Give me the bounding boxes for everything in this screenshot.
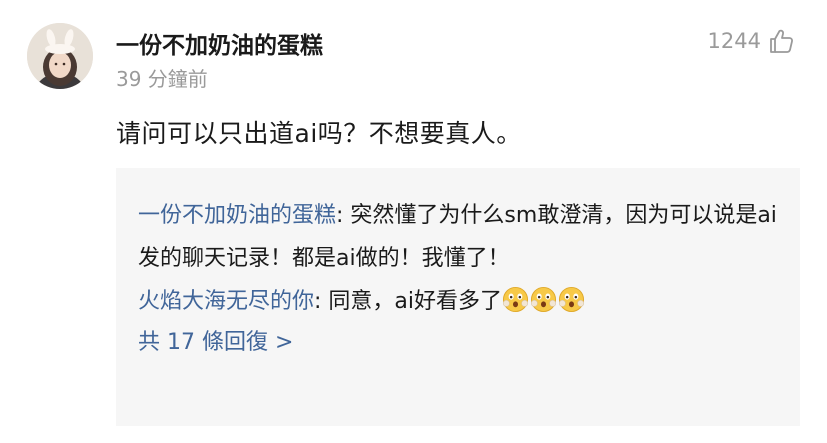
like-count: 1244 xyxy=(707,29,761,53)
reply-separator: : xyxy=(336,203,351,228)
emoji-group xyxy=(502,286,586,314)
reply-item[interactable]: 一份不加奶油的蛋糕: 突然懂了为什么sm敢澄清，因为可以说是ai发的聊天记录！都… xyxy=(138,194,780,280)
avatar-image xyxy=(27,23,93,89)
astonished-face-emoji-icon xyxy=(530,285,557,313)
more-replies-link[interactable]: 共 17 條回復 > xyxy=(138,325,780,361)
comment-timestamp: 39 分鐘前 xyxy=(116,67,208,91)
reply-username[interactable]: 一份不加奶油的蛋糕 xyxy=(138,203,336,228)
reply-item[interactable]: 火焰大海无尽的你: 同意，ai好看多了 xyxy=(138,280,780,323)
comment-username[interactable]: 一份不加奶油的蛋糕 xyxy=(116,26,323,60)
astonished-face-emoji-icon xyxy=(502,285,529,313)
comment-text: 请问可以只出道ai吗？不想要真人。 xyxy=(116,119,522,148)
reply-text: 同意，ai好看多了 xyxy=(328,289,503,314)
astonished-face-emoji-icon xyxy=(558,285,585,313)
like-button[interactable]: 1244 xyxy=(708,26,795,56)
avatar[interactable] xyxy=(27,23,93,89)
reply-username[interactable]: 火焰大海无尽的你 xyxy=(138,289,314,314)
reply-separator: : xyxy=(314,289,329,314)
reply-section: 一份不加奶油的蛋糕: 突然懂了为什么sm敢澄清，因为可以说是ai发的聊天记录！都… xyxy=(116,168,800,426)
thumbs-up-icon xyxy=(770,29,793,53)
